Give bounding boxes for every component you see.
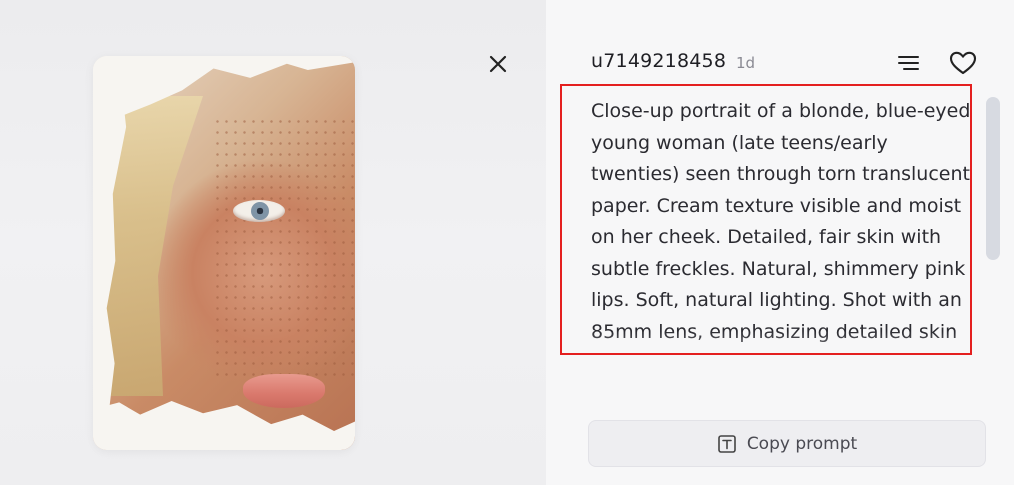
- options-menu-button[interactable]: [896, 50, 922, 76]
- filter-lines-icon: [898, 56, 919, 70]
- image-preview-pane: [0, 0, 546, 485]
- close-button[interactable]: [484, 50, 512, 78]
- image-freckles: [213, 116, 355, 376]
- generated-image[interactable]: [93, 56, 355, 450]
- scrollbar-thumb[interactable]: [986, 97, 1000, 260]
- copy-prompt-label: Copy prompt: [746, 433, 858, 454]
- close-icon: [489, 55, 507, 73]
- image-eye: [233, 200, 285, 222]
- details-panel: u7149218458 1d Close-up portrait of a bl…: [546, 0, 1014, 485]
- author-username[interactable]: u7149218458: [591, 50, 726, 72]
- prompt-text: Close-up portrait of a blonde, blue-eyed…: [591, 100, 971, 343]
- text-box-icon: [718, 434, 736, 453]
- like-button[interactable]: [948, 48, 978, 78]
- heart-icon: [949, 51, 977, 75]
- copy-prompt-button[interactable]: Copy prompt: [588, 420, 986, 467]
- image-lips: [243, 374, 325, 408]
- post-age: 1d: [736, 54, 756, 72]
